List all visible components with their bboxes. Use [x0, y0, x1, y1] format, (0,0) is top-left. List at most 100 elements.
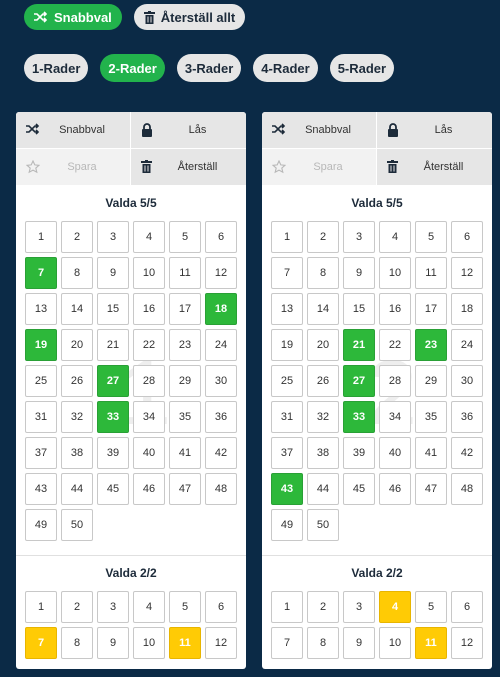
main-number-cell[interactable]: 8: [61, 257, 93, 289]
main-number-cell[interactable]: 5: [415, 221, 447, 253]
main-number-cell[interactable]: 3: [97, 221, 129, 253]
extra-number-cell[interactable]: 11: [415, 627, 447, 659]
main-number-cell[interactable]: 46: [379, 473, 411, 505]
main-number-cell[interactable]: 37: [25, 437, 57, 469]
extra-number-cell[interactable]: 1: [25, 591, 57, 623]
main-number-cell[interactable]: 25: [271, 365, 303, 397]
main-number-cell[interactable]: 10: [133, 257, 165, 289]
main-number-cell[interactable]: 40: [379, 437, 411, 469]
main-number-cell[interactable]: 17: [169, 293, 201, 325]
main-number-cell[interactable]: 39: [97, 437, 129, 469]
extra-number-cell[interactable]: 2: [61, 591, 93, 623]
main-number-cell[interactable]: 43: [271, 473, 303, 505]
extra-number-cell[interactable]: 10: [133, 627, 165, 659]
main-number-cell[interactable]: 12: [451, 257, 483, 289]
main-number-cell[interactable]: 30: [451, 365, 483, 397]
main-number-cell[interactable]: 45: [343, 473, 375, 505]
main-number-cell[interactable]: 33: [97, 401, 129, 433]
main-number-cell[interactable]: 39: [343, 437, 375, 469]
main-number-cell[interactable]: 34: [379, 401, 411, 433]
main-number-cell[interactable]: 41: [169, 437, 201, 469]
extra-number-cell[interactable]: 6: [451, 591, 483, 623]
main-number-cell[interactable]: 18: [205, 293, 237, 325]
main-number-cell[interactable]: 18: [451, 293, 483, 325]
main-number-cell[interactable]: 1: [25, 221, 57, 253]
main-number-cell[interactable]: 45: [97, 473, 129, 505]
card-reset-button[interactable]: Återställ: [131, 149, 246, 186]
rows-3-button[interactable]: 3-Rader: [176, 54, 242, 82]
extra-number-cell[interactable]: 4: [379, 591, 411, 623]
main-number-cell[interactable]: 48: [205, 473, 237, 505]
main-number-cell[interactable]: 4: [379, 221, 411, 253]
main-number-cell[interactable]: 47: [169, 473, 201, 505]
card-lock-button[interactable]: Lås: [377, 112, 492, 149]
main-number-cell[interactable]: 22: [379, 329, 411, 361]
main-number-cell[interactable]: 3: [343, 221, 375, 253]
rows-4-button[interactable]: 4-Rader: [253, 54, 318, 82]
main-number-cell[interactable]: 27: [97, 365, 129, 397]
extra-number-cell[interactable]: 4: [133, 591, 165, 623]
main-number-cell[interactable]: 2: [61, 221, 93, 253]
main-number-cell[interactable]: 9: [343, 257, 375, 289]
main-number-cell[interactable]: 31: [25, 401, 57, 433]
main-number-cell[interactable]: 26: [61, 365, 93, 397]
main-number-cell[interactable]: 47: [415, 473, 447, 505]
main-number-cell[interactable]: 42: [205, 437, 237, 469]
main-number-cell[interactable]: 16: [133, 293, 165, 325]
extra-number-cell[interactable]: 10: [379, 627, 411, 659]
main-number-cell[interactable]: 49: [271, 509, 303, 541]
main-number-cell[interactable]: 21: [343, 329, 375, 361]
card-reset-button[interactable]: Återställ: [377, 149, 492, 186]
main-number-cell[interactable]: 24: [205, 329, 237, 361]
main-number-cell[interactable]: 33: [343, 401, 375, 433]
extra-number-cell[interactable]: 3: [97, 591, 129, 623]
main-number-cell[interactable]: 28: [133, 365, 165, 397]
main-number-cell[interactable]: 48: [451, 473, 483, 505]
main-number-cell[interactable]: 14: [61, 293, 93, 325]
extra-number-cell[interactable]: 11: [169, 627, 201, 659]
main-number-cell[interactable]: 28: [379, 365, 411, 397]
main-number-cell[interactable]: 13: [25, 293, 57, 325]
main-number-cell[interactable]: 21: [97, 329, 129, 361]
quick-pick-all-button[interactable]: Snabbval: [24, 4, 122, 30]
main-number-cell[interactable]: 7: [25, 257, 57, 289]
reset-all-button[interactable]: Återställ allt: [133, 4, 246, 30]
main-number-cell[interactable]: 19: [25, 329, 57, 361]
main-number-cell[interactable]: 15: [97, 293, 129, 325]
extra-number-cell[interactable]: 7: [271, 627, 303, 659]
main-number-cell[interactable]: 6: [451, 221, 483, 253]
main-number-cell[interactable]: 9: [97, 257, 129, 289]
main-number-cell[interactable]: 10: [379, 257, 411, 289]
card-save-button[interactable]: Spara: [16, 149, 131, 186]
rows-2-button[interactable]: 2-Rader: [100, 54, 165, 82]
main-number-cell[interactable]: 25: [25, 365, 57, 397]
extra-number-cell[interactable]: 2: [307, 591, 339, 623]
main-number-cell[interactable]: 23: [415, 329, 447, 361]
extra-number-cell[interactable]: 7: [25, 627, 57, 659]
extra-number-cell[interactable]: 5: [415, 591, 447, 623]
main-number-cell[interactable]: 49: [25, 509, 57, 541]
main-number-cell[interactable]: 30: [205, 365, 237, 397]
main-number-cell[interactable]: 44: [307, 473, 339, 505]
main-number-cell[interactable]: 41: [415, 437, 447, 469]
main-number-cell[interactable]: 12: [205, 257, 237, 289]
main-number-cell[interactable]: 42: [451, 437, 483, 469]
main-number-cell[interactable]: 8: [307, 257, 339, 289]
main-number-cell[interactable]: 32: [61, 401, 93, 433]
extra-number-cell[interactable]: 6: [205, 591, 237, 623]
main-number-cell[interactable]: 36: [205, 401, 237, 433]
main-number-cell[interactable]: 1: [271, 221, 303, 253]
rows-1-button[interactable]: 1-Rader: [24, 54, 89, 82]
main-number-cell[interactable]: 11: [169, 257, 201, 289]
main-number-cell[interactable]: 35: [415, 401, 447, 433]
main-number-cell[interactable]: 4: [133, 221, 165, 253]
main-number-cell[interactable]: 14: [307, 293, 339, 325]
main-number-cell[interactable]: 29: [169, 365, 201, 397]
main-number-cell[interactable]: 6: [205, 221, 237, 253]
main-number-cell[interactable]: 11: [415, 257, 447, 289]
card-quick-pick-button[interactable]: Snabbval: [262, 112, 377, 149]
main-number-cell[interactable]: 50: [307, 509, 339, 541]
card-lock-button[interactable]: Lås: [131, 112, 246, 149]
main-number-cell[interactable]: 34: [133, 401, 165, 433]
extra-number-cell[interactable]: 9: [343, 627, 375, 659]
